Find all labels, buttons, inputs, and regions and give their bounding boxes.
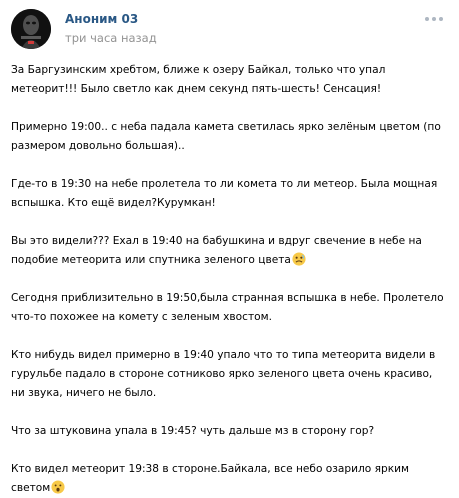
author-name[interactable]: Аноним 03 xyxy=(65,12,138,26)
paragraph-text: Примерно 19:00.. с неба падала камета св… xyxy=(11,121,441,152)
paragraph-text: Что за штуковина упала в 19:45? чуть дал… xyxy=(11,425,375,437)
post-paragraph: За Баргузинским хребтом, ближе к озеру Б… xyxy=(11,61,447,99)
post-text: За Баргузинским хребтом, ближе к озеру Б… xyxy=(11,61,447,498)
post-paragraph: Кто нибудь видел примерно в 19:40 упало … xyxy=(11,346,447,403)
post-paragraph: Где-то в 19:30 на небе пролетела то ли к… xyxy=(11,175,447,213)
more-options-icon[interactable] xyxy=(423,14,445,24)
paragraph-text: Сегодня приблизительно в 19:50,была стра… xyxy=(11,292,444,323)
post-paragraph: Примерно 19:00.. с неба падала камета св… xyxy=(11,118,447,156)
paragraph-text: Кто нибудь видел примерно в 19:40 упало … xyxy=(11,349,436,399)
post-paragraph: Сегодня приблизительно в 19:50,была стра… xyxy=(11,289,447,327)
paragraph-text: Кто видел метеорит 19:38 в стороне.Байка… xyxy=(11,463,410,494)
paragraph-text: Вы это видели??? Ехал в 19:40 на бабушки… xyxy=(11,235,422,266)
menu-dot xyxy=(439,17,443,21)
menu-dot xyxy=(432,17,436,21)
avatar[interactable] xyxy=(11,9,51,49)
astonished-face-emoji xyxy=(51,480,65,494)
wall-post: Аноним 03 три часа назад За Баргузинским… xyxy=(0,0,459,494)
menu-dot xyxy=(425,17,429,21)
post-paragraph: Кто видел метеорит 19:38 в стороне.Байка… xyxy=(11,460,447,498)
paragraph-text: За Баргузинским хребтом, ближе к озеру Б… xyxy=(11,64,386,95)
post-timestamp[interactable]: три часа назад xyxy=(65,31,157,45)
avatar-image xyxy=(11,9,51,49)
post-paragraph: Вы это видели??? Ехал в 19:40 на бабушки… xyxy=(11,232,447,270)
paragraph-text: Где-то в 19:30 на небе пролетела то ли к… xyxy=(11,178,438,209)
scared-face-emoji xyxy=(292,252,306,266)
post-paragraph: Что за штуковина упала в 19:45? чуть дал… xyxy=(11,422,447,441)
